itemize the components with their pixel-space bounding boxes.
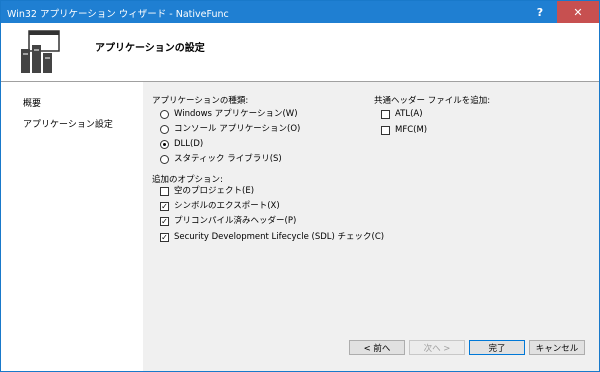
wizard-app-icon xyxy=(21,30,60,73)
radio-windows-app[interactable]: Windows アプリケーション(W) xyxy=(160,109,298,119)
checkbox-indicator-checked[interactable]: ✓ xyxy=(160,201,169,211)
checkbox-empty-project[interactable]: 空のプロジェクト(E) xyxy=(160,186,254,196)
checkbox-mfc[interactable]: MFC(M) xyxy=(381,125,427,135)
wizard-window: Win32 アプリケーション ウィザード - NativeFunc ? ✕ アプ… xyxy=(0,0,600,372)
cancel-button[interactable]: キャンセル xyxy=(529,340,585,355)
checkbox-precompiled-header[interactable]: ✓ プリコンパイル済みヘッダー(P) xyxy=(160,216,296,226)
window-title: Win32 アプリケーション ウィザード - NativeFunc xyxy=(7,9,229,20)
app-type-group-label: アプリケーションの種類: xyxy=(152,96,249,106)
checkbox-indicator-checked[interactable]: ✓ xyxy=(160,216,169,226)
radio-indicator[interactable] xyxy=(160,109,169,119)
radio-indicator-selected[interactable] xyxy=(160,139,169,149)
prev-button[interactable]: < 前へ xyxy=(349,340,405,355)
radio-dll[interactable]: DLL(D) xyxy=(160,139,203,149)
wizard-sidebar: 概要 アプリケーション設定 xyxy=(1,82,143,371)
checkbox-indicator[interactable] xyxy=(381,125,390,135)
common-headers-group-label: 共通ヘッダー ファイルを追加: xyxy=(374,96,491,106)
sidebar-item-app-settings[interactable]: アプリケーション設定 xyxy=(23,117,113,130)
radio-static-library[interactable]: スタティック ライブラリ(S) xyxy=(160,154,282,164)
additional-options-group-label: 追加のオプション: xyxy=(152,175,223,185)
next-button[interactable]: 次へ > xyxy=(409,340,465,355)
title-bar[interactable]: Win32 アプリケーション ウィザード - NativeFunc ? ✕ xyxy=(1,1,599,23)
checkbox-indicator[interactable] xyxy=(381,109,390,119)
checkbox-sdl-checks[interactable]: ✓ Security Development Lifecycle (SDL) チェ… xyxy=(160,232,384,242)
close-button[interactable]: ✕ xyxy=(557,1,599,23)
checkbox-export-symbols[interactable]: ✓ シンボルのエクスポート(X) xyxy=(160,201,280,211)
radio-indicator[interactable] xyxy=(160,124,169,134)
settings-panel: アプリケーションの種類: Windows アプリケーション(W) コンソール ア… xyxy=(143,82,599,371)
radio-indicator[interactable] xyxy=(160,154,169,164)
checkbox-atl[interactable]: ATL(A) xyxy=(381,109,423,119)
page-title: アプリケーションの設定 xyxy=(95,43,205,54)
checkbox-indicator-checked[interactable]: ✓ xyxy=(160,232,169,242)
help-button[interactable]: ? xyxy=(525,1,555,23)
wizard-header: アプリケーションの設定 xyxy=(1,23,599,82)
finish-button[interactable]: 完了 xyxy=(469,340,525,355)
radio-console-app[interactable]: コンソール アプリケーション(O) xyxy=(160,124,300,134)
sidebar-item-overview[interactable]: 概要 xyxy=(23,96,41,109)
checkbox-indicator[interactable] xyxy=(160,186,169,196)
